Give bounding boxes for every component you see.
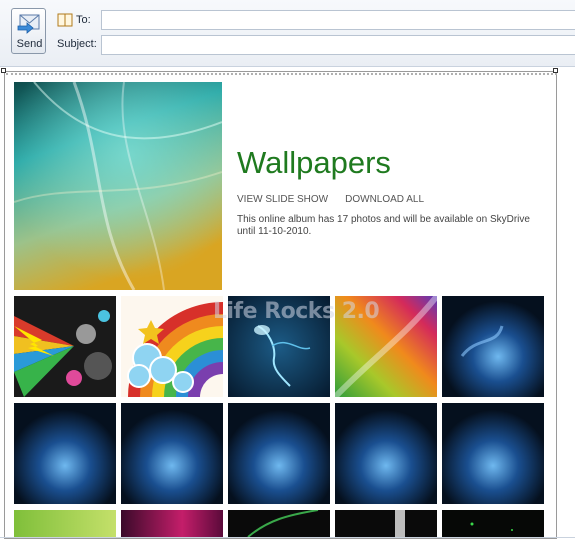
thumbnail-14[interactable] xyxy=(335,510,437,537)
compose-header: Send To: Subject: xyxy=(0,0,575,67)
to-label: To: xyxy=(76,14,91,26)
send-label: Send xyxy=(16,38,43,50)
send-button[interactable]: Send xyxy=(11,8,46,54)
thumbnail-5[interactable] xyxy=(442,296,544,397)
thumbnail-10[interactable] xyxy=(442,403,544,504)
thumbnail-6[interactable] xyxy=(14,403,116,504)
address-book-icon xyxy=(57,13,73,27)
thumbnail-7[interactable] xyxy=(121,403,223,504)
to-address-book-button[interactable]: To: xyxy=(57,12,91,28)
frame-dotted-border xyxy=(6,73,557,75)
resize-handle-top-right[interactable] xyxy=(553,68,558,73)
thumbnail-11[interactable] xyxy=(14,510,116,537)
thumbnail-12[interactable] xyxy=(121,510,223,537)
album-description: This online album has 17 photos and will… xyxy=(237,214,530,237)
to-input[interactable] xyxy=(101,10,575,30)
thumbnail-15[interactable] xyxy=(442,510,544,537)
subject-label: Subject: xyxy=(57,38,97,50)
message-body[interactable]: Wallpapers VIEW SLIDE SHOW DOWNLOAD ALL … xyxy=(0,67,575,541)
send-mail-icon xyxy=(17,14,40,34)
thumbnail-13[interactable] xyxy=(228,510,330,537)
album-title: Wallpapers xyxy=(237,145,391,180)
bottom-divider xyxy=(0,537,575,538)
thumbnail-9[interactable] xyxy=(335,403,437,504)
subject-input[interactable] xyxy=(101,35,575,55)
view-slide-show-link[interactable]: VIEW SLIDE SHOW xyxy=(237,194,328,205)
watermark-text: Life Rocks 2.0 xyxy=(213,299,380,324)
thumbnail-2[interactable] xyxy=(121,296,223,397)
thumbnail-8[interactable] xyxy=(228,403,330,504)
album-actions: VIEW SLIDE SHOW DOWNLOAD ALL xyxy=(237,194,424,205)
download-all-link[interactable]: DOWNLOAD ALL xyxy=(345,194,424,205)
thumbnail-1[interactable] xyxy=(14,296,116,397)
album-cover-image[interactable] xyxy=(14,82,222,290)
resize-handle-top-left[interactable] xyxy=(1,68,6,73)
